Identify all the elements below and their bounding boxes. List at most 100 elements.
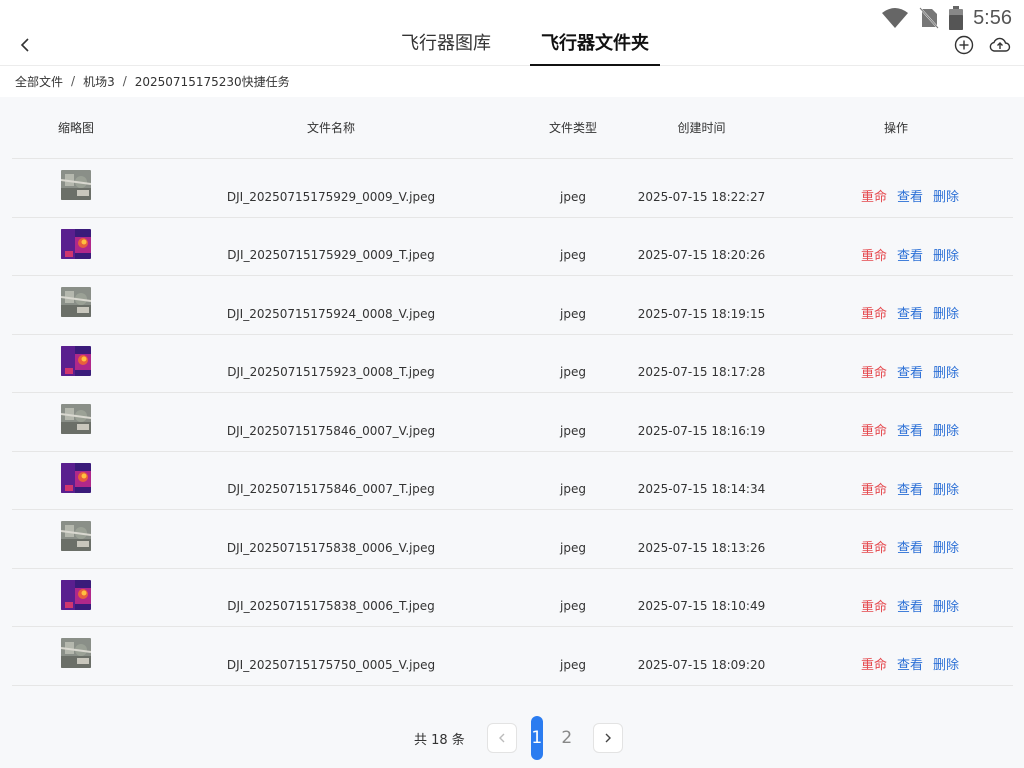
view-button[interactable]: 查看 [897, 186, 923, 205]
thumbnail-image[interactable] [61, 170, 91, 200]
delete-button[interactable]: 删除 [933, 479, 959, 498]
rename-button[interactable]: 重命 [861, 362, 887, 381]
breadcrumb-dock[interactable]: 机场3 [83, 73, 115, 90]
rename-button[interactable]: 重命 [861, 186, 887, 205]
file-name: DJI_20250715175924_0008_V.jpeg [226, 306, 436, 321]
file-name: DJI_20250715175846_0007_T.jpeg [227, 482, 435, 497]
row-actions: 重命 查看 删除 [779, 638, 1013, 673]
file-type: jpeg [560, 540, 586, 555]
table-header: 缩略图 文件名称 文件类型 创建时间 操作 [12, 97, 1013, 159]
file-type: jpeg [560, 365, 586, 380]
table-row: DJI_20250715175838_0006_V.jpeg jpeg 2025-0… [12, 510, 1013, 569]
created-time: 2025-07-15 18:19:15 [637, 306, 766, 321]
row-actions: 重命 查看 删除 [779, 287, 1013, 322]
delete-button[interactable]: 删除 [933, 537, 959, 556]
rename-button[interactable]: 重命 [861, 420, 887, 439]
thumbnail-image[interactable] [61, 345, 91, 376]
thumbnail-image[interactable] [61, 404, 91, 434]
header-actions [952, 33, 1012, 57]
prev-page-button[interactable] [486, 723, 517, 753]
delete-button[interactable]: 删除 [933, 420, 959, 439]
cloud-upload-icon[interactable] [988, 33, 1012, 57]
view-button[interactable]: 查看 [897, 654, 923, 673]
thumbnail-image[interactable] [61, 287, 91, 317]
rename-button[interactable]: 重命 [861, 596, 887, 615]
chevron-right-icon [605, 733, 611, 743]
breadcrumb-all-files[interactable]: 全部文件 [15, 73, 63, 90]
delete-button[interactable]: 删除 [933, 245, 959, 264]
delete-button[interactable]: 删除 [933, 362, 959, 381]
thumbnail-image[interactable] [61, 462, 91, 493]
thumbnail-cell [12, 510, 140, 568]
file-table: 缩略图 文件名称 文件类型 创建时间 操作 DJI_20250715175929… [12, 97, 1013, 686]
col-ops-header: 操作 [883, 121, 908, 135]
file-type: jpeg [560, 599, 586, 614]
rename-button[interactable]: 重命 [861, 303, 887, 322]
col-time-header: 创建时间 [677, 121, 726, 135]
thumbnail-image[interactable] [61, 579, 91, 610]
table-row: DJI_20250715175923_0008_T.jpeg jpeg 2025-0… [12, 335, 1013, 393]
view-button[interactable]: 查看 [897, 245, 923, 264]
file-name: DJI_20250715175929_0009_V.jpeg [226, 189, 436, 204]
rename-button[interactable]: 重命 [861, 479, 887, 498]
view-button[interactable]: 查看 [897, 479, 923, 498]
row-actions: 重命 查看 删除 [779, 580, 1013, 615]
page-1-button[interactable]: 1 [530, 716, 543, 760]
thumbnail-cell [12, 218, 140, 276]
view-button[interactable]: 查看 [897, 303, 923, 322]
thumbnail-cell [12, 452, 140, 510]
created-time: 2025-07-15 18:14:34 [637, 482, 766, 497]
chevron-left-icon [498, 733, 505, 743]
file-list-panel: 缩略图 文件名称 文件类型 创建时间 操作 DJI_20250715175929… [0, 97, 1024, 768]
file-type: jpeg [560, 657, 586, 672]
created-time: 2025-07-15 18:13:26 [637, 540, 766, 555]
file-name: DJI_20250715175838_0006_V.jpeg [226, 540, 436, 555]
delete-button[interactable]: 删除 [933, 303, 959, 322]
row-actions: 重命 查看 删除 [779, 521, 1013, 556]
file-name: DJI_20250715175750_0005_V.jpeg [226, 657, 436, 672]
view-button[interactable]: 查看 [897, 420, 923, 439]
add-circle-icon[interactable] [952, 33, 976, 57]
created-time: 2025-07-15 18:22:27 [637, 189, 766, 204]
created-time: 2025-07-15 18:09:20 [637, 657, 766, 672]
page-2-button[interactable]: 2 [557, 716, 577, 760]
created-time: 2025-07-15 18:20:26 [637, 248, 766, 263]
breadcrumb-separator: / [71, 74, 76, 88]
rename-button[interactable]: 重命 [861, 245, 887, 264]
file-type: jpeg [560, 306, 586, 321]
row-actions: 重命 查看 删除 [779, 346, 1013, 381]
breadcrumb-task-folder[interactable]: 20250715175230快捷任务 [135, 73, 290, 90]
pagination: 共 18 条 1 2 [414, 716, 623, 760]
thumbnail-cell [12, 276, 140, 334]
delete-button[interactable]: 删除 [933, 596, 959, 615]
view-button[interactable]: 查看 [897, 362, 923, 381]
rename-button[interactable]: 重命 [861, 537, 887, 556]
table-row: DJI_20250715175838_0006_T.jpeg jpeg 2025-0… [12, 569, 1013, 627]
thumbnail-image[interactable] [61, 228, 91, 259]
tab-bar: 飞行器图库 飞行器文件夹 [390, 26, 660, 66]
delete-button[interactable]: 删除 [933, 654, 959, 673]
next-page-button[interactable] [592, 723, 623, 753]
tab-aircraft-folder[interactable]: 飞行器文件夹 [530, 26, 660, 66]
back-arrow-icon[interactable] [14, 34, 36, 56]
thumbnail-image[interactable] [61, 638, 91, 668]
view-button[interactable]: 查看 [897, 537, 923, 556]
thumbnail-image[interactable] [61, 521, 91, 551]
table-row: DJI_20250715175750_0005_V.jpeg jpeg 2025-0… [12, 627, 1013, 686]
view-button[interactable]: 查看 [897, 596, 923, 615]
rename-button[interactable]: 重命 [861, 654, 887, 673]
delete-button[interactable]: 删除 [933, 186, 959, 205]
created-time: 2025-07-15 18:10:49 [637, 599, 766, 614]
thumbnail-cell [12, 569, 140, 627]
tab-aircraft-gallery[interactable]: 飞行器图库 [390, 26, 502, 66]
thumbnail-cell [12, 159, 140, 217]
row-actions: 重命 查看 删除 [779, 170, 1013, 205]
col-type-header: 文件类型 [548, 121, 597, 135]
breadcrumb-separator: / [122, 74, 127, 88]
header: 飞行器图库 飞行器文件夹 [0, 26, 1024, 66]
row-actions: 重命 查看 删除 [779, 404, 1013, 439]
table-row: DJI_20250715175846_0007_T.jpeg jpeg 2025-0… [12, 452, 1013, 510]
created-time: 2025-07-15 18:17:28 [637, 365, 766, 380]
table-row: DJI_20250715175924_0008_V.jpeg jpeg 2025-0… [12, 276, 1013, 335]
file-type: jpeg [560, 482, 586, 497]
